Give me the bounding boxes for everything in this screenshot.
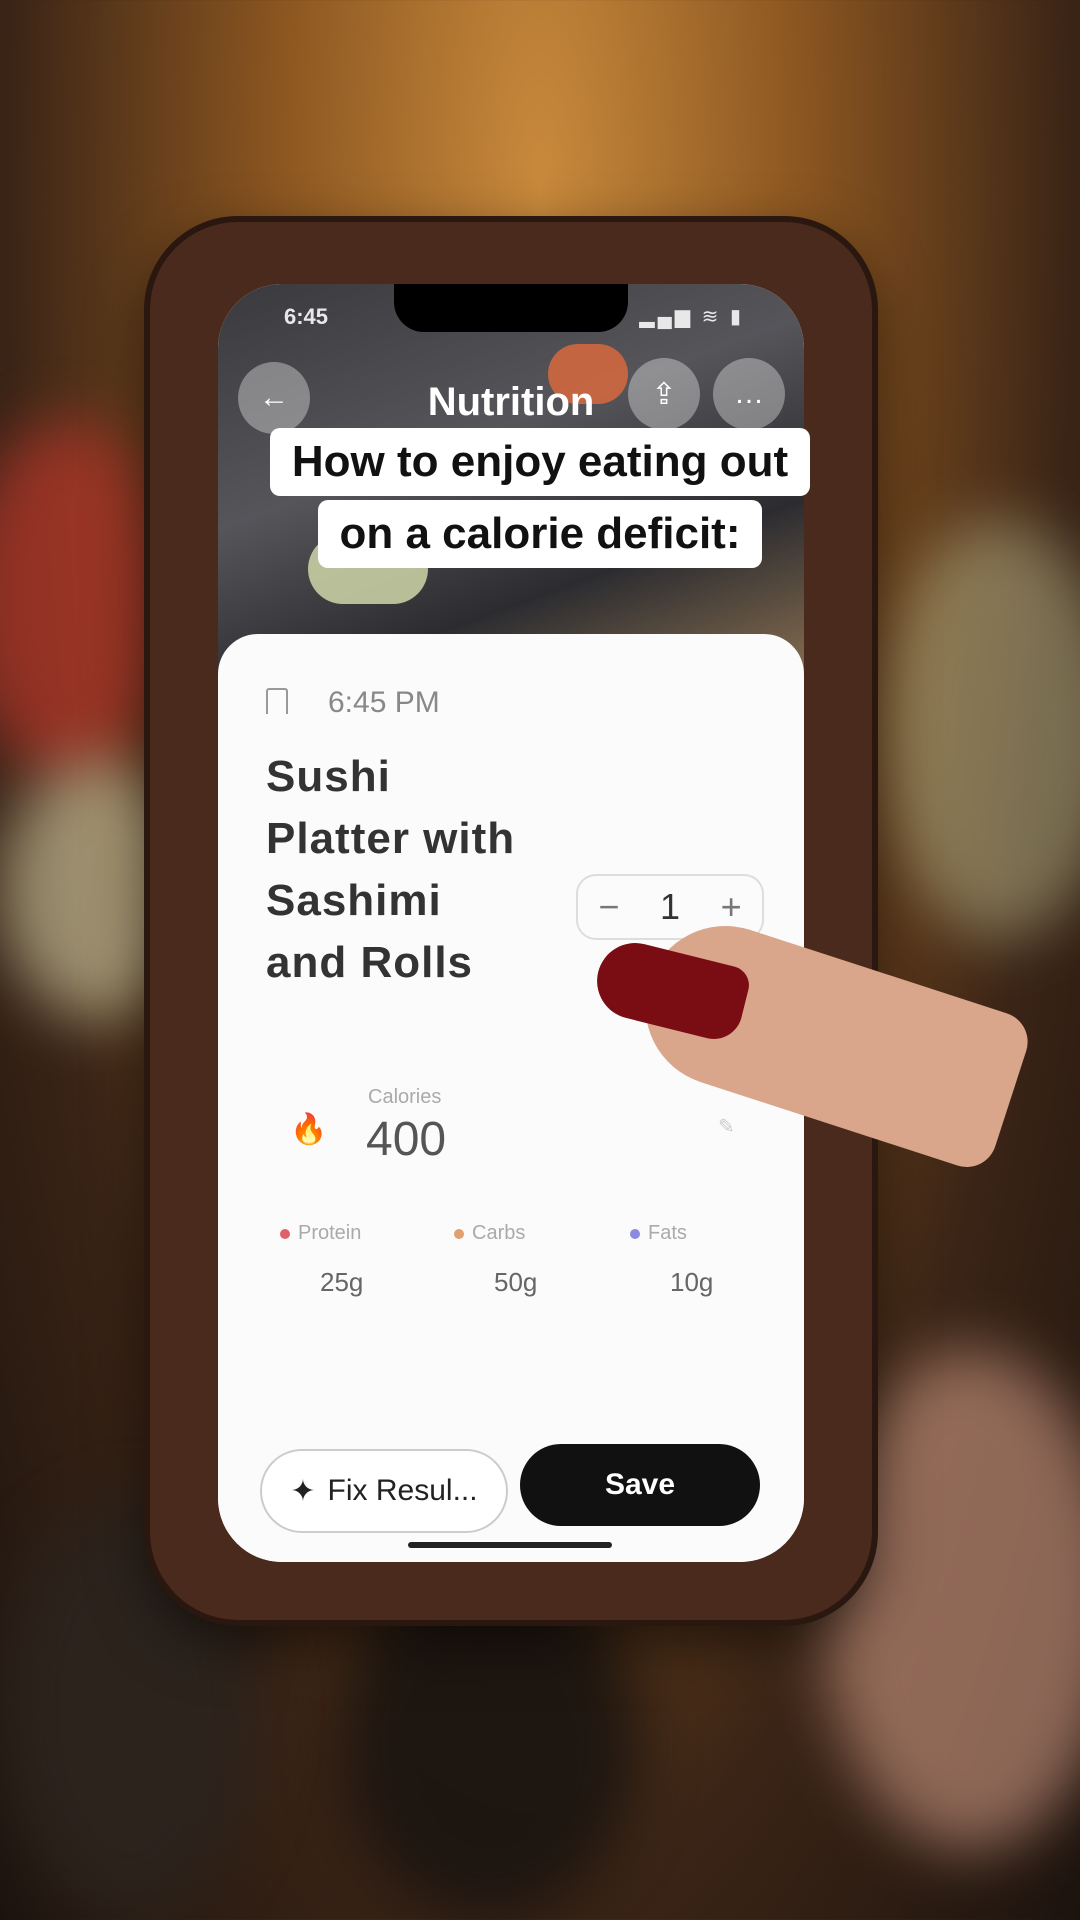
quantity-value: 1 xyxy=(659,886,680,927)
sparkle-icon: ✦ xyxy=(290,1474,316,1508)
macro-label: Protein xyxy=(298,1222,362,1244)
more-button[interactable]: … xyxy=(713,358,785,430)
pencil-icon[interactable]: ✎ xyxy=(718,1114,735,1139)
macro-label: Carbs xyxy=(472,1222,526,1244)
fix-results-label: Fix Resul... xyxy=(327,1474,478,1507)
flame-icon: 🔥 xyxy=(290,1113,328,1146)
plus-button[interactable]: + xyxy=(721,886,742,928)
more-icon: … xyxy=(734,377,764,410)
bookmark-icon[interactable] xyxy=(266,688,288,714)
protein-dot-icon xyxy=(280,1228,290,1239)
meal-title: Sushi Platter with Sashimi and Rolls xyxy=(266,752,516,987)
nutrition-sheet: 6:45 PM Sushi Platter with Sashimi and R… xyxy=(218,634,804,1562)
status-icons: ▂▄▆ ≋ ▮ xyxy=(639,306,744,328)
share-button[interactable]: ⇪ xyxy=(628,358,700,430)
macro-value: 10g xyxy=(670,1267,714,1297)
caption-line-1: How to enjoy eating out xyxy=(269,428,811,496)
fats-dot-icon xyxy=(630,1228,640,1239)
background-blur-green xyxy=(880,520,1080,940)
calories-value: 400 xyxy=(366,1113,447,1166)
share-icon: ⇪ xyxy=(651,377,677,411)
macro-label: Fats xyxy=(648,1222,687,1244)
macro-carbs[interactable]: Carbs 50g xyxy=(454,1222,594,1298)
save-button[interactable]: Save xyxy=(520,1444,760,1526)
macro-value: 25g xyxy=(320,1267,364,1297)
fix-results-button[interactable]: ✦ Fix Resul... xyxy=(260,1449,508,1533)
macro-value: 50g xyxy=(494,1267,538,1297)
minus-button[interactable]: − xyxy=(598,886,619,928)
meal-time: 6:45 PM xyxy=(328,686,440,719)
calories-label: Calories xyxy=(368,1086,442,1108)
status-time: 6:45 xyxy=(284,304,329,329)
phone-notch xyxy=(394,284,628,332)
video-caption: How to enjoy eating out on a calorie def… xyxy=(0,428,1080,568)
macro-fats[interactable]: Fats 10g xyxy=(630,1222,770,1298)
macro-protein[interactable]: Protein 25g xyxy=(280,1222,420,1298)
carbs-dot-icon xyxy=(454,1228,464,1239)
home-indicator xyxy=(408,1542,612,1548)
caption-line-2: on a calorie deficit: xyxy=(317,500,763,568)
